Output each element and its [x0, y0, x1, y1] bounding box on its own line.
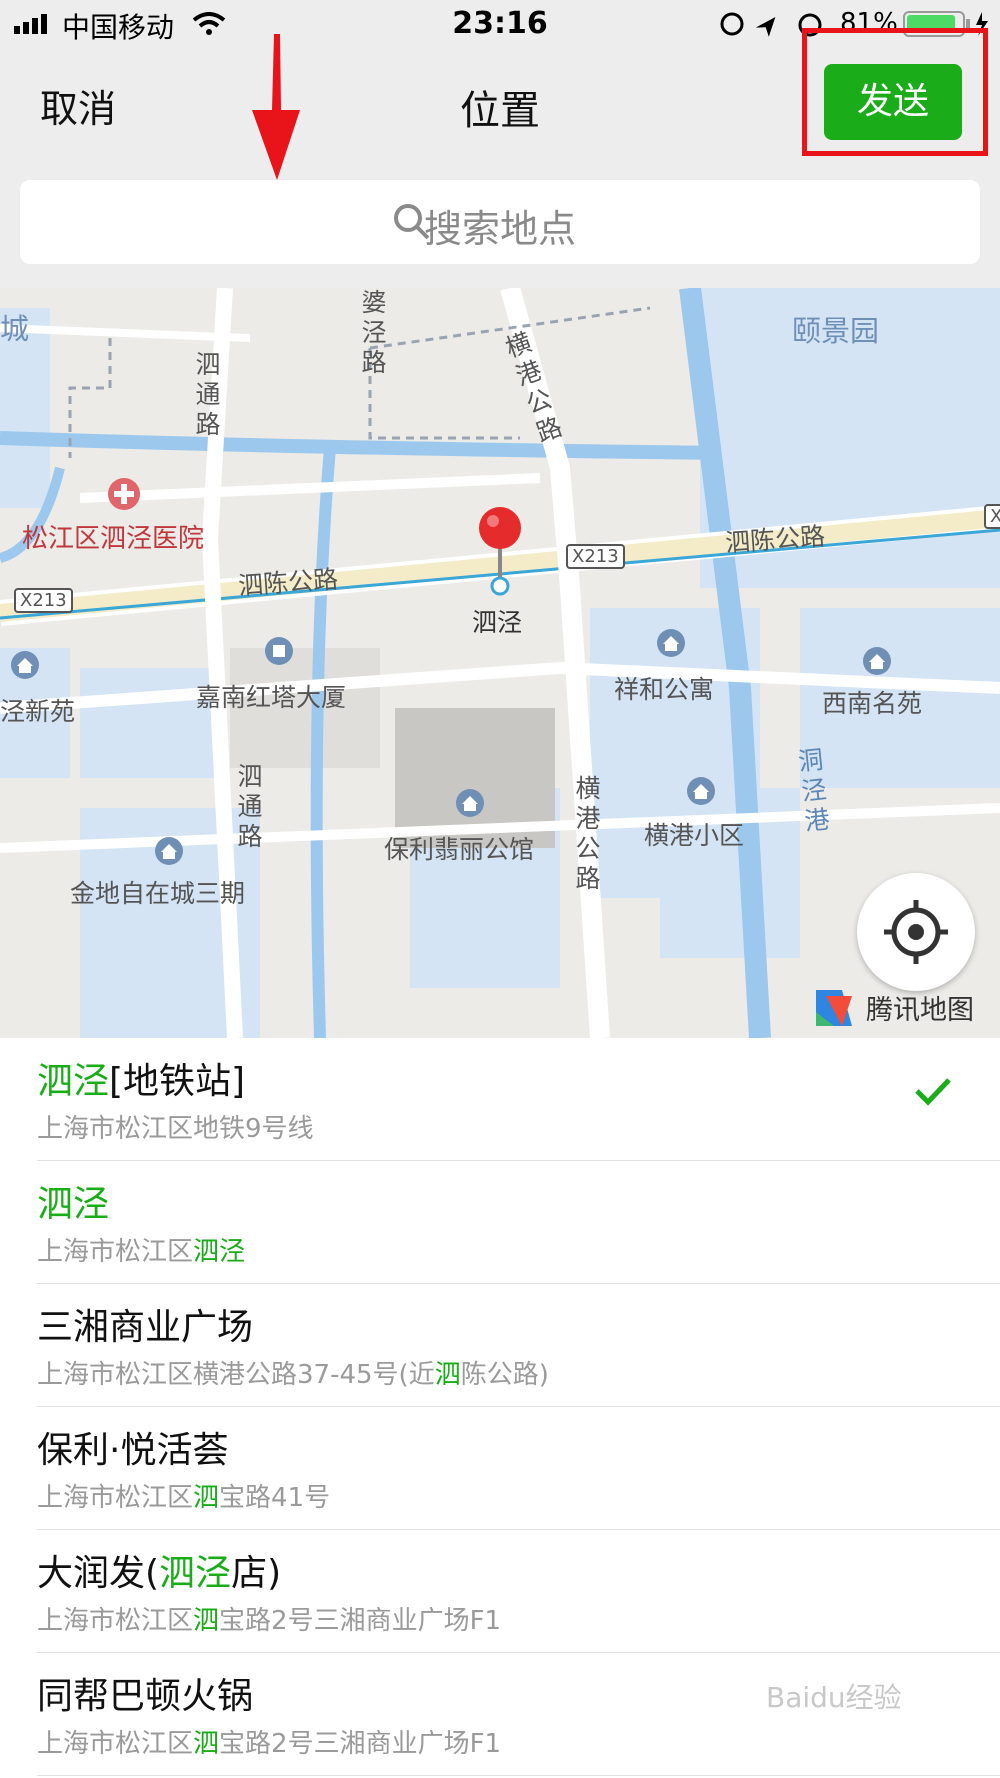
location-name: 泗泾[地铁站] [37, 1052, 245, 1104]
map-attribution: 腾讯地图 [866, 995, 974, 1026]
map-canvas [0, 288, 1000, 1038]
address-highlight: 泗泾 [193, 1237, 246, 1267]
tencent-map-logo-icon [816, 990, 852, 1026]
map-label-jindi: 金地自在城三期 [70, 879, 246, 908]
list-item[interactable]: 保利·悦活荟 上海市松江区泗宝路41号 [0, 1407, 1000, 1530]
location-address: 上海市松江区泗宝路2号三湘商业广场F1 [37, 1723, 501, 1760]
list-item[interactable]: 泗泾[地铁站] 上海市松江区地铁9号线 [0, 1038, 1000, 1161]
list-item[interactable]: 大润发(泗泾店) 上海市松江区泗宝路2号三湘商业广场F1 [0, 1530, 1000, 1653]
map-label-henggang-xiaoqu: 横港小区 [644, 821, 745, 850]
location-name-highlight: 泗泾 [159, 1553, 232, 1594]
annotation-highlight-box [802, 28, 988, 156]
address-highlight: 泗 [193, 1606, 220, 1636]
address-highlight: 泗 [193, 1729, 220, 1759]
divider [37, 1775, 1000, 1776]
locate-me-button[interactable] [857, 873, 975, 991]
location-address: 上海市松江区泗宝路2号三湘商业广场F1 [37, 1600, 501, 1637]
address-text-rest: 宝路2号三湘商业广场F1 [219, 1606, 502, 1636]
location-name: 同帮巴顿火锅 [37, 1676, 254, 1717]
map-label-baoli-feili: 保利翡丽公馆 [384, 835, 535, 864]
location-pin-icon [479, 507, 521, 596]
address-text: 上海市松江区 [37, 1606, 194, 1636]
map-label-x213-a: X213 [14, 588, 73, 613]
residence-icon [687, 777, 715, 805]
list-item[interactable]: 泗泾 上海市松江区泗泾 [0, 1161, 1000, 1284]
location-address: 上海市松江区地铁9号线 [37, 1108, 314, 1145]
map-label-x213-b: X213 [566, 544, 625, 569]
location-name-rest: 店) [231, 1553, 282, 1594]
annotation-arrow-icon [252, 34, 300, 180]
location-name-highlight: 泗泾 [37, 1184, 110, 1225]
map-label-cheng: 城 [0, 312, 30, 346]
residence-icon [155, 837, 183, 865]
location-name: 泗泾 [37, 1175, 109, 1227]
map-label-yijingyuan: 颐景园 [792, 314, 880, 348]
list-item[interactable]: 三湘商业广场 上海市松江区横港公路37-45号(近泗陈公路) [0, 1284, 1000, 1407]
location-address: 上海市松江区泗泾 [37, 1231, 245, 1268]
residence-icon [11, 651, 39, 679]
map-label-x213-c: X [984, 504, 1000, 529]
location-name-rest: [地铁站] [109, 1061, 246, 1102]
map-label-jianan-tower: 嘉南红塔大厦 [196, 683, 347, 712]
building-icon [265, 637, 293, 665]
address-text-rest: 陈公路) [460, 1360, 549, 1390]
map-label-sijing: 泗泾 [472, 608, 523, 637]
address-text: 上海市松江区 [37, 1729, 194, 1759]
map-label-xinan: 西南名苑 [822, 689, 923, 718]
search-placeholder: 搜索地点 [423, 207, 576, 251]
location-address: 上海市松江区横港公路37-45号(近泗陈公路) [37, 1354, 549, 1391]
address-text: 上海市松江区地铁9号线 [37, 1114, 314, 1144]
location-name: 三湘商业广场 [37, 1307, 254, 1348]
address-text-rest: 宝路41号 [219, 1483, 331, 1513]
map-label-potang-road: 婆泾路 [361, 288, 387, 377]
selected-check-icon [915, 1078, 951, 1106]
map-label-sitong-road-south: 泗通路 [237, 762, 263, 851]
location-name-highlight: 泗泾 [37, 1061, 110, 1102]
hospital-icon [108, 478, 140, 510]
crosshair-icon [884, 900, 948, 964]
map-view[interactable]: 城 颐景园 婆泾路 横港公路 泗通路 松江区泗泾医院 泗陈公路 泗陈公路 X21… [0, 288, 1000, 1038]
map-label-henggang-road-south: 横港公路 [575, 774, 601, 893]
location-name: 大润发(泗泾店) [37, 1544, 281, 1596]
address-text: 上海市松江区 [37, 1483, 194, 1513]
location-name: 保利·悦活荟 [37, 1430, 229, 1471]
map-label-sitong-road-north: 泗通路 [195, 350, 221, 439]
residence-icon [863, 647, 891, 675]
map-label-songjiang-hospital: 松江区泗泾医院 [22, 524, 205, 554]
address-text: 上海市松江区横港公路37-45号(近 [37, 1360, 435, 1390]
address-highlight: 泗 [193, 1483, 220, 1513]
map-label-sichen-road-east: 泗陈公路 [724, 521, 827, 558]
address-text-rest: 宝路2号三湘商业广场F1 [219, 1729, 502, 1759]
map-label-sichen-road-west: 泗陈公路 [237, 564, 340, 601]
map-label-xianghe: 祥和公寓 [614, 675, 715, 704]
map-label-jing-xinyuan: 泾新苑 [0, 697, 76, 726]
search-bar[interactable]: 搜索地点 [20, 180, 980, 264]
location-results-list: 泗泾[地铁站] 上海市松江区地铁9号线 泗泾 上海市松江区泗泾 三湘商业广场 上… [0, 1038, 1000, 1778]
watermark: Baidu经验 [766, 1681, 902, 1714]
address-highlight: 泗 [434, 1360, 461, 1390]
location-name-text: 大润发( [37, 1553, 160, 1594]
residence-icon [657, 629, 685, 657]
cancel-button[interactable]: 取消 [40, 78, 116, 133]
address-text: 上海市松江区 [37, 1237, 194, 1267]
residence-icon [456, 789, 484, 817]
location-address: 上海市松江区泗宝路41号 [37, 1477, 330, 1514]
